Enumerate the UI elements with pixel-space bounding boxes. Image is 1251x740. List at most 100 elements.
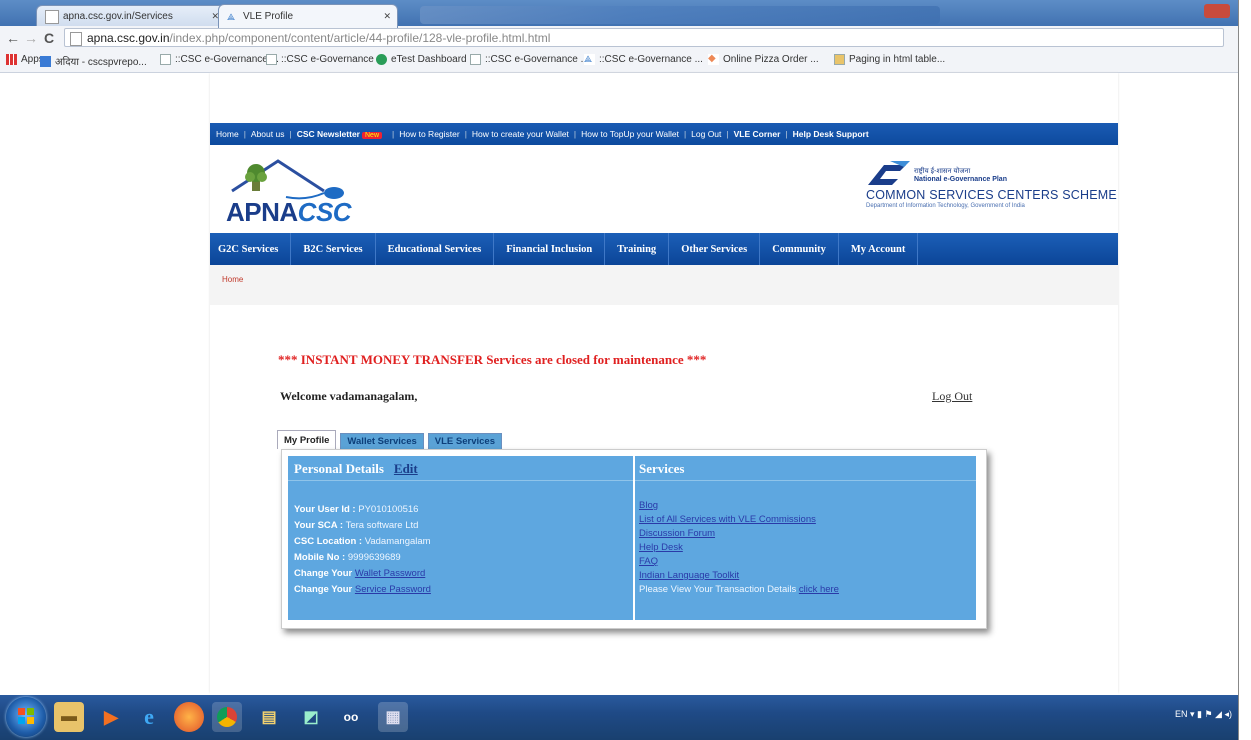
browser-tab-services[interactable]: apna.csc.gov.in/Services ✕ xyxy=(36,5,226,27)
topnav-logout[interactable]: Log Out xyxy=(691,129,721,139)
bookmark-item[interactable]: ::CSC e-Governance ... xyxy=(266,54,385,65)
house-tree-icon xyxy=(231,159,344,200)
system-tray: EN ▾ ▮ ⚑ ◢ ◂) xyxy=(1175,709,1232,720)
service-link-language-toolkit[interactable]: Indian Language Toolkit xyxy=(639,570,739,581)
tab-my-profile[interactable]: My Profile xyxy=(277,430,337,449)
mobile-row: Mobile No : 9999639689 xyxy=(294,552,401,563)
bookmark-item[interactable]: ⟁::CSC e-Governance ... xyxy=(584,54,703,65)
forward-icon[interactable]: → xyxy=(24,30,38,46)
logout-link[interactable]: Log Out xyxy=(932,389,972,404)
service-link-blog[interactable]: Blog xyxy=(639,500,658,511)
windows-taskbar: ▬ ▶ e ▤ ◩ oo ▦ EN ▾ ▮ ⚑ ◢ ◂) xyxy=(0,695,1238,740)
nav-g2c-services[interactable]: G2C Services xyxy=(218,244,278,255)
browser-tab-vle-profile[interactable]: ⟁ VLE Profile ✕ xyxy=(218,4,398,28)
nav-other-services[interactable]: Other Services xyxy=(681,244,747,255)
back-icon[interactable]: ← xyxy=(6,30,20,46)
service-link-forum[interactable]: Discussion Forum xyxy=(639,528,715,539)
negp-e-icon xyxy=(868,161,910,185)
app-icon[interactable]: oo xyxy=(336,702,366,732)
page-icon xyxy=(160,54,171,65)
site-container: Home | About us | CSC Newsletter New | How t… xyxy=(210,73,1118,695)
topnav-register[interactable]: How to Register xyxy=(399,129,459,139)
services-section: Services Blog List of All Services with … xyxy=(635,456,976,620)
transaction-details-row: Please View Your Transaction Details cli… xyxy=(639,584,839,595)
main-navigation: G2C Services B2C Services Educational Se… xyxy=(210,233,1118,265)
service-link-help-desk[interactable]: Help Desk xyxy=(639,542,683,553)
topnav-topup[interactable]: How to TopUp your Wallet xyxy=(581,129,679,139)
divider xyxy=(288,480,633,481)
page-icon xyxy=(45,9,59,24)
services-title: Services xyxy=(639,461,685,476)
address-bar[interactable]: apna.csc.gov.in/index.php/component/cont… xyxy=(64,28,1224,47)
personal-details-title: Personal Details xyxy=(294,461,384,476)
nav-my-account[interactable]: My Account xyxy=(851,244,906,255)
document-icon[interactable]: ▦ xyxy=(378,702,408,732)
nav-financial-inclusion[interactable]: Financial Inclusion xyxy=(506,244,592,255)
divider xyxy=(635,480,976,481)
csc-favicon-icon: ⟁ xyxy=(227,11,236,22)
window-close-button[interactable] xyxy=(1204,4,1230,18)
topnav-create-wallet[interactable]: How to create your Wallet xyxy=(472,129,569,139)
bookmark-apps[interactable]: Apps xyxy=(6,54,44,65)
new-badge: New xyxy=(362,132,383,139)
nav-community[interactable]: Community xyxy=(772,244,826,255)
topnav-vle-corner[interactable]: VLE Corner xyxy=(734,129,781,139)
bookmark-item[interactable]: ::CSC e-Governance ... xyxy=(160,54,279,65)
screen: apna.csc.gov.in/Services ✕ ⟁ VLE Profile… xyxy=(0,0,1239,740)
explorer-icon[interactable]: ▬ xyxy=(54,702,84,732)
media-player-icon[interactable]: ▶ xyxy=(96,702,126,732)
sca-row: Your SCA : Tera software Ltd xyxy=(294,520,419,531)
location-row: CSC Location : Vadamangalam xyxy=(294,536,431,547)
bookmarks-bar: Apps अदिया - cscspvrepo... ::CSC e-Gover… xyxy=(0,50,1238,73)
bookmark-item[interactable]: eTest Dashboard xyxy=(376,54,467,65)
chrome-icon xyxy=(376,54,387,65)
transaction-click-here-link[interactable]: click here xyxy=(799,584,839,595)
nav-training[interactable]: Training xyxy=(617,244,656,255)
tray-icons[interactable]: ▾ ▮ ⚑ ◢ ◂) xyxy=(1190,709,1232,719)
bookmark-item[interactable]: ◆ Online Pizza Order ... xyxy=(708,54,819,65)
topnav-help[interactable]: Help Desk Support xyxy=(793,129,869,139)
folder-icon[interactable]: ▤ xyxy=(254,702,284,732)
wallet-password-link[interactable]: Wallet Password xyxy=(355,568,425,579)
edit-link[interactable]: Edit xyxy=(394,461,418,476)
close-icon[interactable]: ✕ xyxy=(383,11,391,22)
maintenance-notice: *** INSTANT MONEY TRANSFER Services are … xyxy=(278,352,707,367)
page-viewport: Home | About us | CSC Newsletter New | How t… xyxy=(0,73,1238,740)
negp-logo: राष्ट्रीय ई-शासन योजना National e-Govern… xyxy=(862,159,1117,229)
service-link-commissions[interactable]: List of All Services with VLE Commission… xyxy=(639,514,816,525)
firefox-icon[interactable] xyxy=(174,702,204,732)
welcome-text: Welcome vadamanagalam, xyxy=(280,389,418,403)
bookmark-item[interactable]: अदिया - cscspvrepo... xyxy=(40,54,147,68)
breadcrumb: Home xyxy=(210,265,1118,306)
change-service-password-row: Change Your Service Password xyxy=(294,584,431,595)
top-links-bar: Home | About us | CSC Newsletter New | How t… xyxy=(210,123,1118,145)
tab-wallet-services[interactable]: Wallet Services xyxy=(340,433,424,449)
topnav-newsletter[interactable]: CSC Newsletter New xyxy=(297,129,387,139)
nav-b2c-services[interactable]: B2C Services xyxy=(303,244,362,255)
apna-csc-logo[interactable]: APNACSC xyxy=(226,157,386,227)
reload-icon[interactable]: C xyxy=(44,30,54,46)
bookmark-item[interactable]: Paging in html table... xyxy=(834,54,945,65)
bookmark-icon xyxy=(40,55,51,67)
user-id-row: Your User Id : PY010100516 xyxy=(294,504,419,515)
chrome-icon[interactable] xyxy=(212,702,242,732)
page-icon xyxy=(470,54,481,65)
service-link-faq[interactable]: FAQ xyxy=(639,556,658,567)
service-password-link[interactable]: Service Password xyxy=(355,584,431,595)
network-icon[interactable]: ◩ xyxy=(296,702,326,732)
topnav-home[interactable]: Home xyxy=(216,129,239,139)
internet-explorer-icon[interactable]: e xyxy=(134,702,164,732)
bookmark-item[interactable]: ::CSC e-Governance ... xyxy=(470,54,589,65)
table-icon xyxy=(834,54,845,65)
language-indicator[interactable]: EN xyxy=(1175,709,1188,719)
breadcrumb-home[interactable]: Home xyxy=(222,275,243,284)
tab-vle-services[interactable]: VLE Services xyxy=(427,433,502,449)
page-icon xyxy=(70,32,82,46)
topnav-about[interactable]: About us xyxy=(251,129,285,139)
apps-grid-icon xyxy=(6,54,17,65)
start-button[interactable] xyxy=(6,697,46,737)
nav-educational-services[interactable]: Educational Services xyxy=(388,244,482,255)
windows-logo-icon xyxy=(18,708,34,724)
site-header: APNACSC राष्ट्रीय ई-शासन योजना National … xyxy=(210,145,1118,233)
blurred-tabs xyxy=(420,6,940,24)
